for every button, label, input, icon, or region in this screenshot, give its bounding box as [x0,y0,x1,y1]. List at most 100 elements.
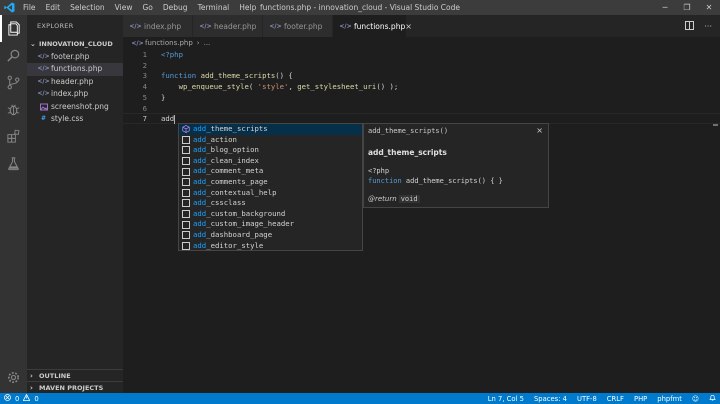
problems-indicator[interactable]: 0 0 [0,393,39,403]
file-style-css[interactable]: # style.css [27,113,123,125]
language-mode[interactable]: PHP [634,395,647,403]
text-snippet-icon [182,220,190,229]
suggestion-label: _comments_page [206,176,268,186]
search-icon[interactable] [0,42,27,69]
line-number: 2 [142,60,147,70]
details-signature: add_theme_scripts() [368,127,449,135]
end-of-line[interactable]: CRLF [607,395,624,403]
php-file-icon: </> [37,65,50,73]
suggestion-item[interactable]: add _action [179,135,362,146]
suggest-widget[interactable]: add _theme_scripts add _action add _blog_opti… [178,123,363,251]
cursor-position[interactable]: Ln 7, Col 5 [488,395,524,403]
folder-header[interactable]: ⌄ INNOVATION_CLOUD [27,37,123,51]
bell-icon[interactable] [709,394,716,403]
suggestion-match: add [193,176,207,186]
line-number: 1 [142,50,147,59]
php-file-icon: </> [37,90,50,98]
suggestion-match: add [193,166,207,176]
file-footer-php[interactable]: </> footer.php [27,51,123,63]
suggestion-label: _dashboard_page [206,229,273,239]
explorer-header: EXPLORER [37,22,74,30]
text-snippet-icon [182,135,190,144]
status-bar: 0 0 Ln 7, Col 5 Spaces: 4 UTF-8 CRLF PHP… [0,393,720,404]
suggestion-item[interactable]: add _comments_page [179,177,362,188]
code-keyword: function [161,71,197,81]
file-header-php[interactable]: </> header.php [27,76,123,88]
formatter[interactable]: phpfmt [657,395,682,403]
text-snippet-icon [182,188,190,197]
source-control-icon[interactable] [0,69,27,96]
menu-terminal[interactable]: Terminal [193,0,235,15]
suggestion-item[interactable]: add _dashboard_page [179,230,362,241]
suggestion-label: _editor_style [206,240,264,250]
outline-section[interactable]: › OUTLINE [27,369,123,381]
suggestion-item[interactable]: add _comment_meta [179,166,362,177]
indentation[interactable]: Spaces: 4 [534,395,567,403]
restore-button[interactable]: ❐ [676,0,698,15]
image-file-icon [39,102,48,111]
close-details-icon[interactable]: × [536,126,543,135]
file-functions-php[interactable]: </> functions.php [27,63,123,76]
explorer-icon[interactable] [0,15,27,42]
details-code-open: <?php [368,167,390,175]
menu-edit[interactable]: Edit [41,0,66,15]
explorer-sidebar: EXPLORER ⌄ INNOVATION_CLOUD </> footer.p… [27,15,123,393]
gear-icon[interactable] [0,364,27,391]
activity-bar [0,15,27,393]
suggestion-item[interactable]: add _theme_scripts [179,124,362,135]
code-line: 4 wp_enqueue_style( 'style', get_stylesh… [123,82,720,93]
suggestion-item[interactable]: add _custom_background [179,209,362,220]
code-line: 3 function add_theme_scripts() { [123,71,720,82]
tab-functions-php[interactable]: </> functions.php × [333,15,412,37]
encoding[interactable]: UTF-8 [577,395,597,403]
details-code: function add_theme_scripts() { } [368,177,503,185]
smiley-feedback-icon[interactable]: ☺ [692,395,699,403]
menu-selection[interactable]: Selection [65,0,110,15]
menu-go[interactable]: Go [137,0,157,15]
suggestion-label: _custom_image_header [206,219,295,229]
suggestion-label: _clean_index [206,155,259,165]
menu-view[interactable]: View [110,0,138,15]
php-file-icon: </> [339,22,352,30]
breadcrumb-file[interactable]: functions.php [145,39,193,47]
suggest-details: add_theme_scripts() × add_theme_scripts … [363,123,549,208]
suggestion-item[interactable]: add _clean_index [179,156,362,167]
tab-index-php[interactable]: </> index.php [123,15,193,37]
suggestion-item[interactable]: add _cssclass [179,198,362,209]
suggestion-item[interactable]: add _editor_style [179,240,362,250]
file-index-php[interactable]: </> index.php [27,88,123,100]
code-line: 1 <?php [123,50,720,61]
menu-debug[interactable]: Debug [158,0,193,15]
close-window-button[interactable]: ✕ [698,0,720,15]
code-function-name: add_theme_scripts [200,71,276,81]
text-snippet-icon [182,167,190,176]
debug-icon[interactable] [0,96,27,123]
close-icon[interactable]: × [405,22,412,31]
minimize-button[interactable]: ─ [654,0,676,15]
suggestion-item[interactable]: add _blog_option [179,145,362,156]
breadcrumb-more[interactable]: ... [204,39,211,47]
editor-tabs: </> index.php </> header.php </> footer.… [123,15,720,37]
split-editor-icon[interactable] [685,20,695,32]
test-flask-icon[interactable] [0,150,27,177]
file-screenshot-png[interactable]: screenshot.png [27,101,123,113]
error-count: 0 [15,394,20,403]
menu-help[interactable]: Help [234,0,261,15]
line-number: 7 [142,114,147,124]
more-actions-icon[interactable]: ··· [704,22,712,31]
title-bar: File Edit Selection View Go Debug Termin… [0,0,720,15]
code-function-call: get_stylesheet_uri [297,82,377,92]
suggestion-match: add [193,198,207,208]
menu-file[interactable]: File [18,0,41,15]
details-code-keyword: function [368,177,402,185]
warning-icon [22,393,31,403]
tab-header-php[interactable]: </> header.php [193,15,263,37]
suggestion-match: add [193,219,207,229]
maven-projects-section[interactable]: › MAVEN PROJECTS [27,381,123,393]
extensions-icon[interactable] [0,123,27,150]
tab-label: footer.php [284,21,323,31]
tab-footer-php[interactable]: </> footer.php [263,15,333,37]
suggestion-item[interactable]: add _custom_image_header [179,219,362,230]
suggestion-item[interactable]: add _contextual_help [179,188,362,199]
status-right: Ln 7, Col 5 Spaces: 4 UTF-8 CRLF PHP php… [478,393,716,404]
